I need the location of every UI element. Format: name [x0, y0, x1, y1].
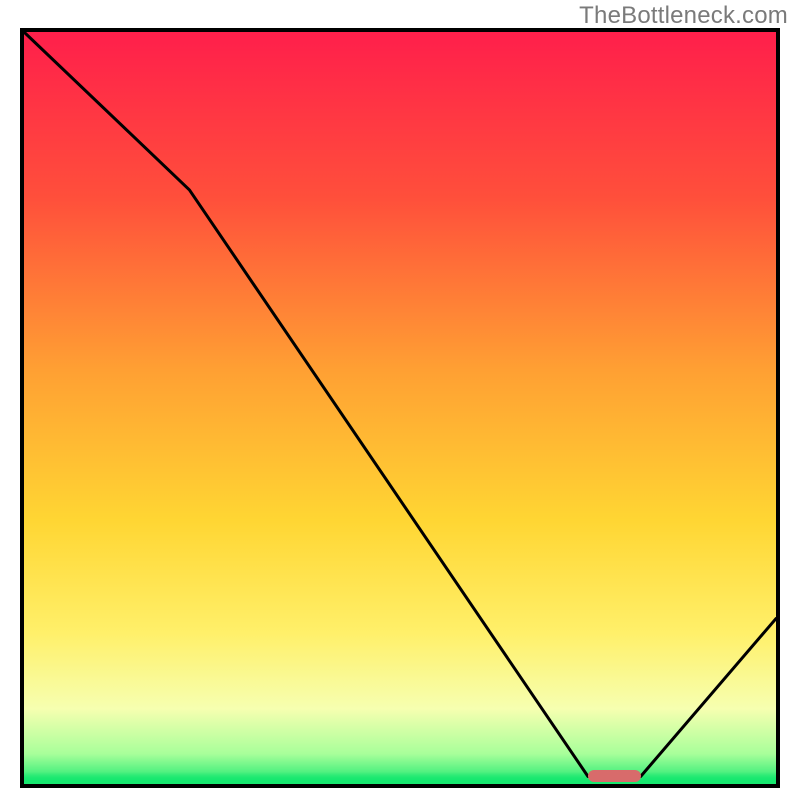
- watermark-text: TheBottleneck.com: [579, 2, 788, 30]
- optimum-marker: [588, 770, 641, 782]
- chart-stage: TheBottleneck.com: [0, 0, 800, 800]
- bottleneck-curve-line: [24, 32, 776, 784]
- plot-frame: [20, 28, 780, 788]
